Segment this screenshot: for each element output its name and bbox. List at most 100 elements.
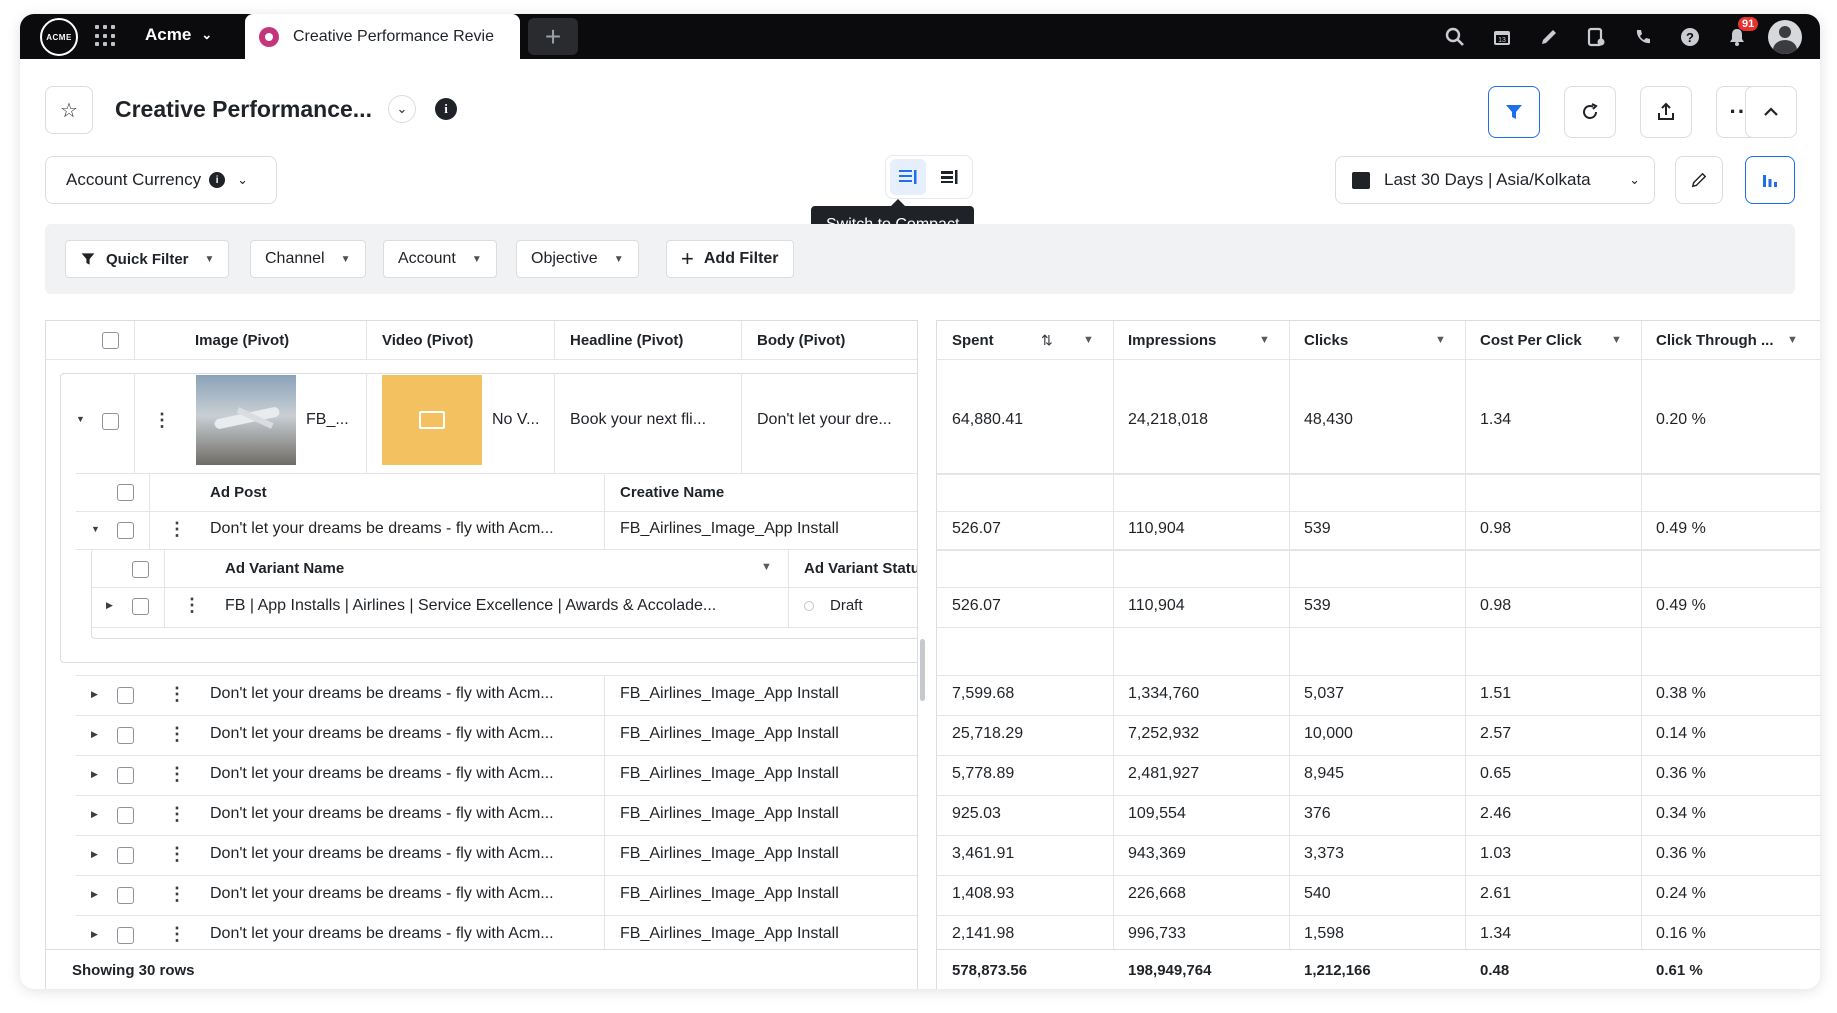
col-header-metric[interactable]: Impressions bbox=[1128, 321, 1216, 359]
col-header-metric[interactable]: Spent bbox=[952, 321, 994, 359]
ad-post-cell: Don't let your dreams be dreams - fly wi… bbox=[210, 520, 554, 537]
row-menu-icon[interactable]: ⋮ bbox=[183, 596, 201, 614]
row-menu-icon[interactable]: ⋮ bbox=[153, 411, 171, 429]
select-all-posts-checkbox[interactable] bbox=[117, 484, 134, 501]
filter-account[interactable]: Account ▼ bbox=[383, 240, 497, 278]
tab-creative-performance[interactable]: Creative Performance Revie bbox=[245, 14, 520, 59]
expand-triangle-icon[interactable]: ▶ bbox=[91, 689, 98, 700]
col-header-image[interactable]: Image (Pivot) bbox=[195, 321, 289, 359]
favorite-star-icon[interactable]: ☆ bbox=[45, 86, 93, 134]
app-launcher-icon[interactable] bbox=[95, 25, 117, 47]
caret-down-icon: ▼ bbox=[340, 253, 351, 265]
row-checkbox[interactable] bbox=[102, 413, 119, 430]
acme-logo[interactable]: ACME bbox=[40, 18, 78, 56]
row-menu-icon[interactable]: ⋮ bbox=[168, 685, 186, 703]
row-checkbox[interactable] bbox=[132, 598, 149, 615]
metric-cell: 1.34 bbox=[1480, 925, 1512, 942]
avatar[interactable] bbox=[1768, 19, 1802, 54]
row-menu-icon[interactable]: ⋮ bbox=[168, 925, 186, 943]
metric-cell: 0.36 % bbox=[1656, 765, 1706, 782]
metric-cell: 24,218,018 bbox=[1128, 411, 1209, 428]
account-currency-dropdown[interactable]: Account Currency i ⌄ bbox=[45, 156, 277, 204]
expand-triangle-icon[interactable]: ▶ bbox=[91, 729, 98, 740]
bell-icon[interactable]: 91 bbox=[1713, 14, 1760, 59]
image-thumbnail[interactable] bbox=[196, 375, 296, 465]
calendar-icon[interactable]: 13 bbox=[1478, 14, 1525, 59]
expand-triangle-icon[interactable]: ▶ bbox=[91, 809, 98, 820]
row-checkbox[interactable] bbox=[117, 687, 134, 704]
col-header-ad-post[interactable]: Ad Post bbox=[210, 473, 267, 511]
row-checkbox[interactable] bbox=[117, 887, 134, 904]
col-header-body[interactable]: Body (Pivot) bbox=[757, 321, 845, 359]
col-header-ad-variant-status[interactable]: Ad Variant Statu bbox=[804, 549, 917, 587]
expand-triangle-icon[interactable]: ▶ bbox=[91, 929, 98, 940]
col-header-headline[interactable]: Headline (Pivot) bbox=[570, 321, 683, 359]
collapse-triangle-icon[interactable]: ▼ bbox=[91, 524, 100, 534]
compact-view-button[interactable] bbox=[932, 159, 968, 195]
pencil-icon[interactable] bbox=[1525, 14, 1572, 59]
metric-cell: 1,334,760 bbox=[1128, 685, 1200, 702]
filter-channel[interactable]: Channel ▼ bbox=[250, 240, 366, 278]
comfortable-view-button[interactable] bbox=[890, 159, 926, 195]
row-menu-icon[interactable]: ⋮ bbox=[168, 520, 186, 538]
col-header-metric[interactable]: Click Through ... bbox=[1656, 321, 1774, 359]
caret-down-icon[interactable]: ▼ bbox=[1787, 334, 1798, 346]
caret-down-icon[interactable]: ▼ bbox=[1611, 334, 1622, 346]
select-all-variants-checkbox[interactable] bbox=[132, 561, 149, 578]
col-header-video[interactable]: Video (Pivot) bbox=[382, 321, 473, 359]
select-all-checkbox[interactable] bbox=[102, 332, 119, 349]
row-menu-icon[interactable]: ⋮ bbox=[168, 885, 186, 903]
row-checkbox[interactable] bbox=[117, 767, 134, 784]
creative-name-cell: FB_Airlines_Image_App Install bbox=[620, 765, 839, 782]
edit-button[interactable] bbox=[1675, 156, 1723, 204]
col-header-metric[interactable]: Clicks bbox=[1304, 321, 1348, 359]
date-range-picker[interactable]: Last 30 Days | Asia/Kolkata ⌄ bbox=[1335, 156, 1655, 204]
vertical-scrollbar[interactable] bbox=[920, 639, 925, 701]
row-menu-icon[interactable]: ⋮ bbox=[168, 805, 186, 823]
export-button[interactable] bbox=[1640, 86, 1692, 138]
caret-down-icon[interactable]: ▼ bbox=[1259, 334, 1270, 346]
caret-down-icon[interactable]: ▼ bbox=[1083, 334, 1094, 346]
col-header-ad-variant-name[interactable]: Ad Variant Name bbox=[225, 549, 344, 587]
video-thumbnail[interactable] bbox=[382, 375, 482, 465]
filter-button[interactable] bbox=[1488, 86, 1540, 138]
refresh-button[interactable] bbox=[1564, 86, 1616, 138]
expand-triangle-icon[interactable]: ▶ bbox=[91, 769, 98, 780]
metric-cell: 996,733 bbox=[1128, 925, 1186, 942]
new-tab-button[interactable]: + bbox=[528, 18, 578, 55]
page-title: Creative Performance... bbox=[115, 96, 372, 122]
expand-triangle-icon[interactable]: ▶ bbox=[91, 849, 98, 860]
row-checkbox[interactable] bbox=[117, 727, 134, 744]
help-icon[interactable]: ? bbox=[1666, 14, 1713, 59]
quick-filter-button[interactable]: Quick Filter ▼ bbox=[65, 240, 230, 278]
info-icon[interactable]: i bbox=[435, 98, 457, 120]
metric-cell: 25,718.29 bbox=[952, 725, 1024, 742]
metric-cell: 540 bbox=[1304, 885, 1331, 902]
tasks-icon[interactable] bbox=[1572, 14, 1619, 59]
col-header-creative-name[interactable]: Creative Name bbox=[620, 473, 724, 511]
workspace-switcher[interactable]: Acme ⌄ bbox=[145, 25, 212, 45]
expand-triangle-icon[interactable]: ▶ bbox=[106, 600, 113, 611]
col-header-metric[interactable]: Cost Per Click bbox=[1480, 321, 1582, 359]
caret-down-icon[interactable]: ▼ bbox=[1435, 334, 1446, 346]
row-menu-icon[interactable]: ⋮ bbox=[168, 725, 186, 743]
row-checkbox[interactable] bbox=[117, 847, 134, 864]
row-checkbox[interactable] bbox=[117, 522, 134, 539]
collapse-triangle-icon[interactable]: ▼ bbox=[76, 414, 85, 424]
phone-icon[interactable] bbox=[1619, 14, 1666, 59]
metric-cell: 110,904 bbox=[1128, 597, 1185, 614]
filter-objective[interactable]: Objective ▼ bbox=[516, 240, 639, 278]
search-icon[interactable] bbox=[1431, 14, 1478, 59]
add-filter-button[interactable]: + Add Filter bbox=[666, 240, 794, 278]
sort-icon[interactable]: ⇅ bbox=[1041, 332, 1053, 349]
expand-triangle-icon[interactable]: ▶ bbox=[91, 889, 98, 900]
chart-view-button[interactable] bbox=[1745, 156, 1795, 204]
row-menu-icon[interactable]: ⋮ bbox=[168, 765, 186, 783]
collapse-button[interactable] bbox=[1745, 86, 1797, 138]
row-checkbox[interactable] bbox=[117, 807, 134, 824]
row-menu-icon[interactable]: ⋮ bbox=[168, 845, 186, 863]
caret-down-icon: ▼ bbox=[204, 253, 215, 265]
caret-down-icon[interactable]: ▼ bbox=[761, 561, 772, 573]
row-checkbox[interactable] bbox=[117, 927, 134, 944]
title-dropdown-chevron-icon[interactable]: ⌄ bbox=[388, 95, 416, 123]
